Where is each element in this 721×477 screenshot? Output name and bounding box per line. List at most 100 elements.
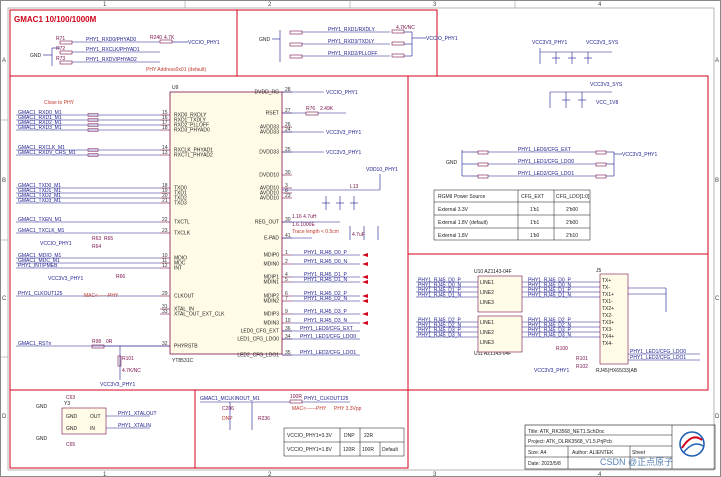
chip-left-pin-num: 33 [162,309,168,315]
chip-right-pin: REG_OUT [255,220,279,226]
vccio-r1-c0: VCCIO_PHY1=1.8V [287,447,333,453]
rj45-tx-pin: TX1+ [602,292,614,298]
gnd-label: GND [30,53,42,59]
chip-left-pin: TXD3 [174,201,187,207]
vcc33-phy1-top-right: VCC3V3_PHY1 [532,40,568,46]
cfg-r2-c2: 2'b10 [566,233,578,239]
chip-led0-net: PHY1_LED0/CFG_EXT [300,326,353,332]
res-r101: R101 [122,356,134,362]
cfg-led1-net: PHY1_LED1/CFG_LDO0 [518,159,574,165]
row-label-C-right: C [715,296,720,302]
cap-c65: C65 [66,442,75,448]
chip-left-pin: INT [174,266,182,272]
clkout-r: 100R [290,394,302,400]
chip-left-pin-num: 29 [162,291,168,297]
res-r72: R72 [56,46,65,52]
res-r98: R98 [92,339,101,345]
chip-right-pin: DVDD_RG [255,90,280,96]
rj45-part: RJ45(HX65/33)AB [596,368,638,374]
chip-led1-net: PHY1_LED1/CFG_LDO0 [300,334,356,340]
res-r76-val: 2.49K [320,106,334,112]
chip-left-pin: TXCLK [174,231,191,237]
tb-title: Title: ATK_RK3568_NET1.SchDoc [528,429,605,435]
chip-left-pin: PHYRSTB [174,344,198,350]
left-net-label: GMAC1_TXD3_M1 [18,198,61,204]
chip-right-pin: MDIP0 [264,253,280,259]
line1b-label: LINE1 [480,320,494,326]
row-label-A-right: A [715,58,719,64]
crystal-gnd-1: GND [36,404,48,410]
rj45-out-net-label: PHY1_RJ45_D1_N [528,292,571,298]
row-label-D-right: D [715,414,720,420]
inductor-l13: L13 [350,184,359,190]
crystal-ref: Y3 [64,401,70,407]
net-rxd2-plloff: PHY1_RXD2/PLLOFF [328,51,377,57]
chip-right-pin: MDIP3 [264,312,280,318]
chip-right-pin-num: 30 [285,170,291,176]
crystal-pin-in: IN [90,426,95,432]
vccio-r0-c2: 22R [364,433,374,439]
chip-right-pin: LED2_CFG_LDO1 [237,353,279,359]
vccio-r1-c1: 120R [343,447,355,453]
chip-right-pin-num: 10 [285,318,291,324]
chip-right-pin: DVDD33 [259,150,279,156]
net-rxd1-rxdly: PHY1_RXD1/RXDLY [328,27,376,33]
line3-label: LINE3 [480,300,494,306]
rj45-net-label: PHY1_RJ45_D1_N [418,292,461,298]
chip-left-pin-num: 13 [162,150,168,156]
cap-c63: C63 [66,395,75,401]
chip-right-pin: AVDD33 [260,130,279,136]
mac-phy-note: MAC<------PHY [84,293,119,299]
cfg-r0-c2: 2'b00 [566,207,578,213]
xtal-in-net: PHY1_XTALIN [118,423,151,429]
mac-phy-note-2: MAC<------PHY [292,406,327,412]
chip-right-pin: E-PAD [264,236,279,242]
rj45-tx-pin: TX1- [602,299,613,305]
chip-left-pin-num: 18 [162,125,168,131]
vccio-r0-c1: DNP [344,433,355,439]
vcc1v8-label: VCC_1V8 [596,100,618,106]
alientek-logo [679,431,705,457]
net-rxclk-phyad1: PHY1_RXCLK/PHYAD1 [86,47,140,53]
mdi-net-label: PHY1_RJ45_D3_N [304,318,347,324]
chip-right-pin: MDIN3 [263,321,279,327]
gnd-config: GND [446,160,458,166]
chip-right-pin-num: 2 [285,259,288,265]
vdd10-label: VDD10_PHY1 [366,167,398,173]
section-title: GMAC1 10/100/1000M [14,15,97,24]
rj45-tx-pin: TX3+ [602,320,614,326]
mdio-vcc: VCCIO_PHY1 [40,241,72,247]
res-r65: R65 [104,236,113,242]
row-label-A: A [2,58,6,64]
chip-right-pin-num: 5 [285,277,288,283]
res-r98-val: 0R [106,339,113,345]
res-val-mid-1: 4.7K/NC [396,25,415,31]
phy-address-note: PHY Address0x01 (default) [146,67,207,73]
left-net-label: PHY1_INT/PMEB [18,263,58,269]
cfg-r0-c0: External 3.3V [438,207,469,213]
cfg-led2-net: PHY1_LED2/CFG_LDO1 [518,171,574,177]
crystal-pin-out: OUT [90,414,101,420]
left-net-label: GMAC1_TXCLK_M1 [18,228,65,234]
transformer-u10: U10 AZ1143-04F [474,269,512,275]
rj45-conn-ref: J5 [596,268,602,274]
left-net-label: GMAC1_RXDV_CRS_M1 [18,150,76,156]
line2-label: LINE2 [480,290,494,296]
mdi-net-label: PHY1_RJ45_D1_N [304,277,347,283]
rj45-led2-net: PHY1_LED2/CFG_LDO1 [630,355,686,361]
left-net-label: PHY1_CLKOUT125 [18,291,63,297]
chip-right-pin: AVDD10 [260,196,279,202]
trace-length-note: Trace length < 0.5cm [292,229,339,235]
vccio-r1-c2: 100R [362,447,374,453]
chip-left-pin: TXCTL [174,220,190,226]
rj45-tx-pin: TX- [602,285,610,291]
tb-date: Date: 2023/5/8 [528,461,561,467]
cfg-r1-c2: 2'b00 [566,220,578,226]
rj45-out-net-label: PHY1_RJ45_D3_N [528,332,571,338]
chip-right-pin: DVDD10 [259,173,279,179]
cfg-r1-c0: External 1.8V (default) [438,220,488,226]
crystal-pin-gnd1: GND [66,414,78,420]
vcc33-power-label-2: VCC3V3_PHY1 [326,150,362,156]
dnp-note: DNP [222,416,233,422]
chip-left-pin-num: 23 [162,228,168,234]
